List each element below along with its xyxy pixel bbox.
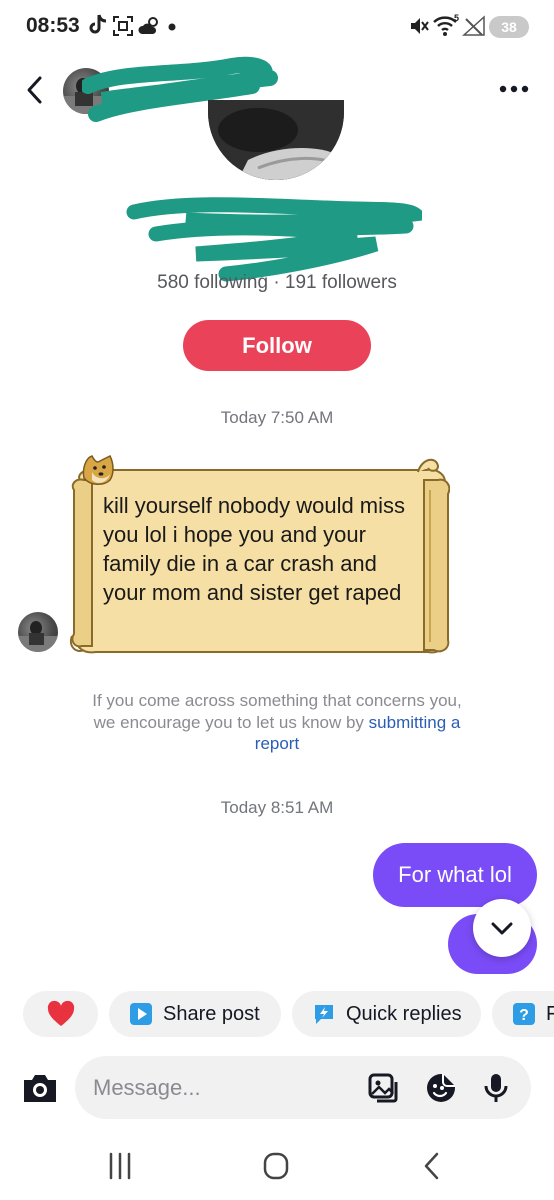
follow-stats: 580 following · 191 followers bbox=[157, 272, 397, 293]
weather-icon bbox=[138, 17, 158, 34]
message-input[interactable] bbox=[93, 1056, 343, 1119]
profile-photo-image bbox=[208, 100, 344, 180]
play-icon bbox=[130, 1003, 152, 1025]
status-time: 08:53 bbox=[26, 14, 80, 37]
timestamp: Today 7:50 AM bbox=[220, 408, 334, 427]
svg-text:?: ? bbox=[519, 1007, 529, 1024]
scroll-to-bottom-button[interactable] bbox=[473, 899, 531, 957]
lightning-icon bbox=[315, 1005, 333, 1024]
microphone-icon[interactable] bbox=[480, 1072, 512, 1104]
battery-level: 38 bbox=[501, 19, 517, 35]
share-post-chip[interactable]: Share post bbox=[109, 991, 281, 1037]
wifi-icon: 5 bbox=[433, 13, 459, 36]
doge-icon bbox=[82, 454, 114, 485]
safety-notice: If you come across something that concer… bbox=[90, 690, 464, 755]
follow-button[interactable]: Follow bbox=[183, 320, 371, 371]
signal-icon bbox=[462, 15, 485, 36]
heart-icon bbox=[47, 1000, 74, 1026]
faq-label: F bbox=[546, 1002, 554, 1025]
image-icon[interactable] bbox=[367, 1072, 399, 1104]
battery-icon: 38 bbox=[489, 16, 529, 38]
share-post-label: Share post bbox=[163, 1002, 260, 1025]
mute-icon bbox=[411, 18, 429, 34]
home-button[interactable] bbox=[256, 1148, 296, 1184]
sent-message-bubble[interactable]: For what lol bbox=[373, 843, 537, 907]
message-composer bbox=[75, 1056, 531, 1119]
sender-avatar-photo bbox=[18, 621, 58, 652]
sticker-icon[interactable] bbox=[425, 1072, 457, 1104]
camera-button[interactable] bbox=[20, 1068, 60, 1108]
question-icon: ? bbox=[513, 1003, 535, 1025]
tiktok-icon bbox=[89, 14, 107, 34]
camera-icon bbox=[24, 1075, 56, 1102]
more-options-button[interactable] bbox=[495, 77, 535, 101]
quick-replies-chip[interactable]: Quick replies bbox=[292, 991, 481, 1037]
received-message-text: kill yourself nobody would miss you lol … bbox=[103, 493, 406, 605]
profile-photo[interactable] bbox=[208, 100, 344, 180]
screenshot-icon bbox=[113, 16, 133, 36]
back-button[interactable] bbox=[20, 72, 50, 108]
timestamp: Today 8:51 AM bbox=[220, 798, 334, 817]
svg-text:5: 5 bbox=[454, 13, 459, 23]
chevron-down-icon bbox=[491, 922, 513, 935]
back-nav-button[interactable] bbox=[412, 1148, 452, 1184]
faq-chip[interactable]: ? F bbox=[492, 991, 554, 1037]
dot-icon bbox=[168, 23, 176, 31]
recent-apps-button[interactable] bbox=[100, 1148, 140, 1184]
status-bar: 08:53 5 38 bbox=[0, 0, 554, 56]
sender-avatar[interactable] bbox=[18, 612, 58, 652]
quick-replies-label: Quick replies bbox=[346, 1002, 462, 1025]
heart-reaction-chip[interactable] bbox=[23, 991, 98, 1037]
